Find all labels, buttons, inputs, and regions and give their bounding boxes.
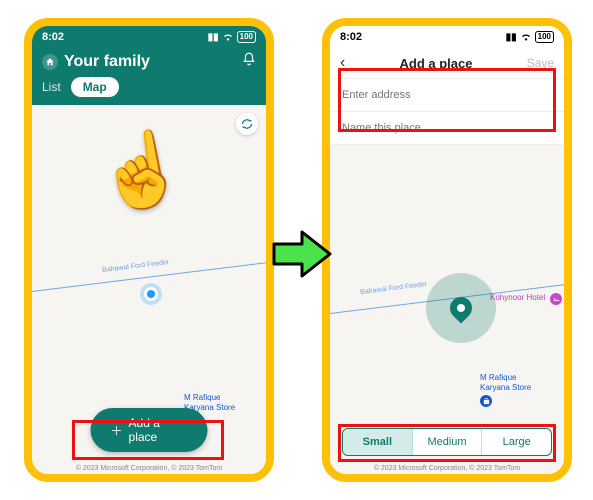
signal-icon: ▮▮: [506, 32, 517, 43]
status-time: 8:02: [340, 31, 362, 43]
map-attribution: © 2023 Microsoft Corporation, © 2023 Tom…: [32, 465, 266, 472]
road-label: Bahawal Ford Feeder: [102, 259, 170, 274]
size-large[interactable]: Large: [481, 429, 551, 455]
battery-icon: 100: [535, 31, 554, 43]
poi-store[interactable]: M Rafique Karyana Store: [480, 373, 531, 407]
wifi-icon: [520, 31, 532, 44]
page-title: Your family: [64, 53, 150, 71]
place-name-input[interactable]: [330, 112, 564, 145]
battery-icon: 100: [237, 31, 256, 43]
refresh-button[interactable]: [236, 113, 258, 135]
phone-after: 8:02 ▮▮ 100 ‹ Add a place Save: [322, 18, 572, 482]
wifi-icon: [222, 31, 234, 44]
bed-icon: [550, 293, 562, 305]
status-time: 8:02: [42, 31, 64, 43]
map-attribution: © 2023 Microsoft Corporation, © 2023 Tom…: [330, 465, 564, 472]
add-place-button[interactable]: ＋ Add a place: [91, 408, 208, 452]
size-small[interactable]: Small: [343, 429, 412, 455]
tab-map[interactable]: Map: [71, 77, 119, 97]
add-place-header: ‹ Add a place Save: [330, 48, 564, 79]
signal-icon: ▮▮: [208, 32, 219, 43]
bell-icon[interactable]: [242, 52, 256, 71]
map-view[interactable]: Bahawal Ford Feeder Kohynoor Hotel M Raf…: [330, 145, 564, 474]
save-button[interactable]: Save: [527, 56, 554, 70]
current-location-dot: [144, 287, 158, 301]
pin-icon: [445, 292, 476, 323]
bag-icon: [480, 395, 492, 407]
poi-hotel[interactable]: Kohynoor Hotel: [490, 291, 562, 305]
address-input[interactable]: [330, 79, 564, 112]
plus-icon: ＋: [111, 422, 123, 439]
size-medium[interactable]: Medium: [412, 429, 482, 455]
phone-before: 8:02 ▮▮ 100 Your family: [24, 18, 274, 482]
road-label: Bahawal Ford Feeder: [360, 281, 428, 296]
status-icons: ▮▮ 100: [506, 31, 554, 44]
place-inputs: [330, 79, 564, 145]
geofence-zone[interactable]: [426, 273, 496, 343]
app-header: Your family List Map: [32, 48, 266, 105]
tab-list[interactable]: List: [42, 80, 61, 94]
status-bar: 8:02 ▮▮ 100: [32, 26, 266, 48]
add-place-label: Add a place: [129, 416, 188, 444]
back-button[interactable]: ‹: [340, 54, 345, 72]
tutorial-stage: 8:02 ▮▮ 100 Your family: [0, 0, 593, 500]
map-view[interactable]: Bahawal Ford Feeder M Rafique Karyana St…: [32, 105, 266, 474]
status-icons: ▮▮ 100: [208, 31, 256, 44]
page-title: Add a place: [400, 56, 473, 71]
size-segmented-control[interactable]: Small Medium Large: [342, 428, 552, 456]
status-bar: 8:02 ▮▮ 100: [330, 26, 564, 48]
home-icon[interactable]: [42, 54, 58, 70]
